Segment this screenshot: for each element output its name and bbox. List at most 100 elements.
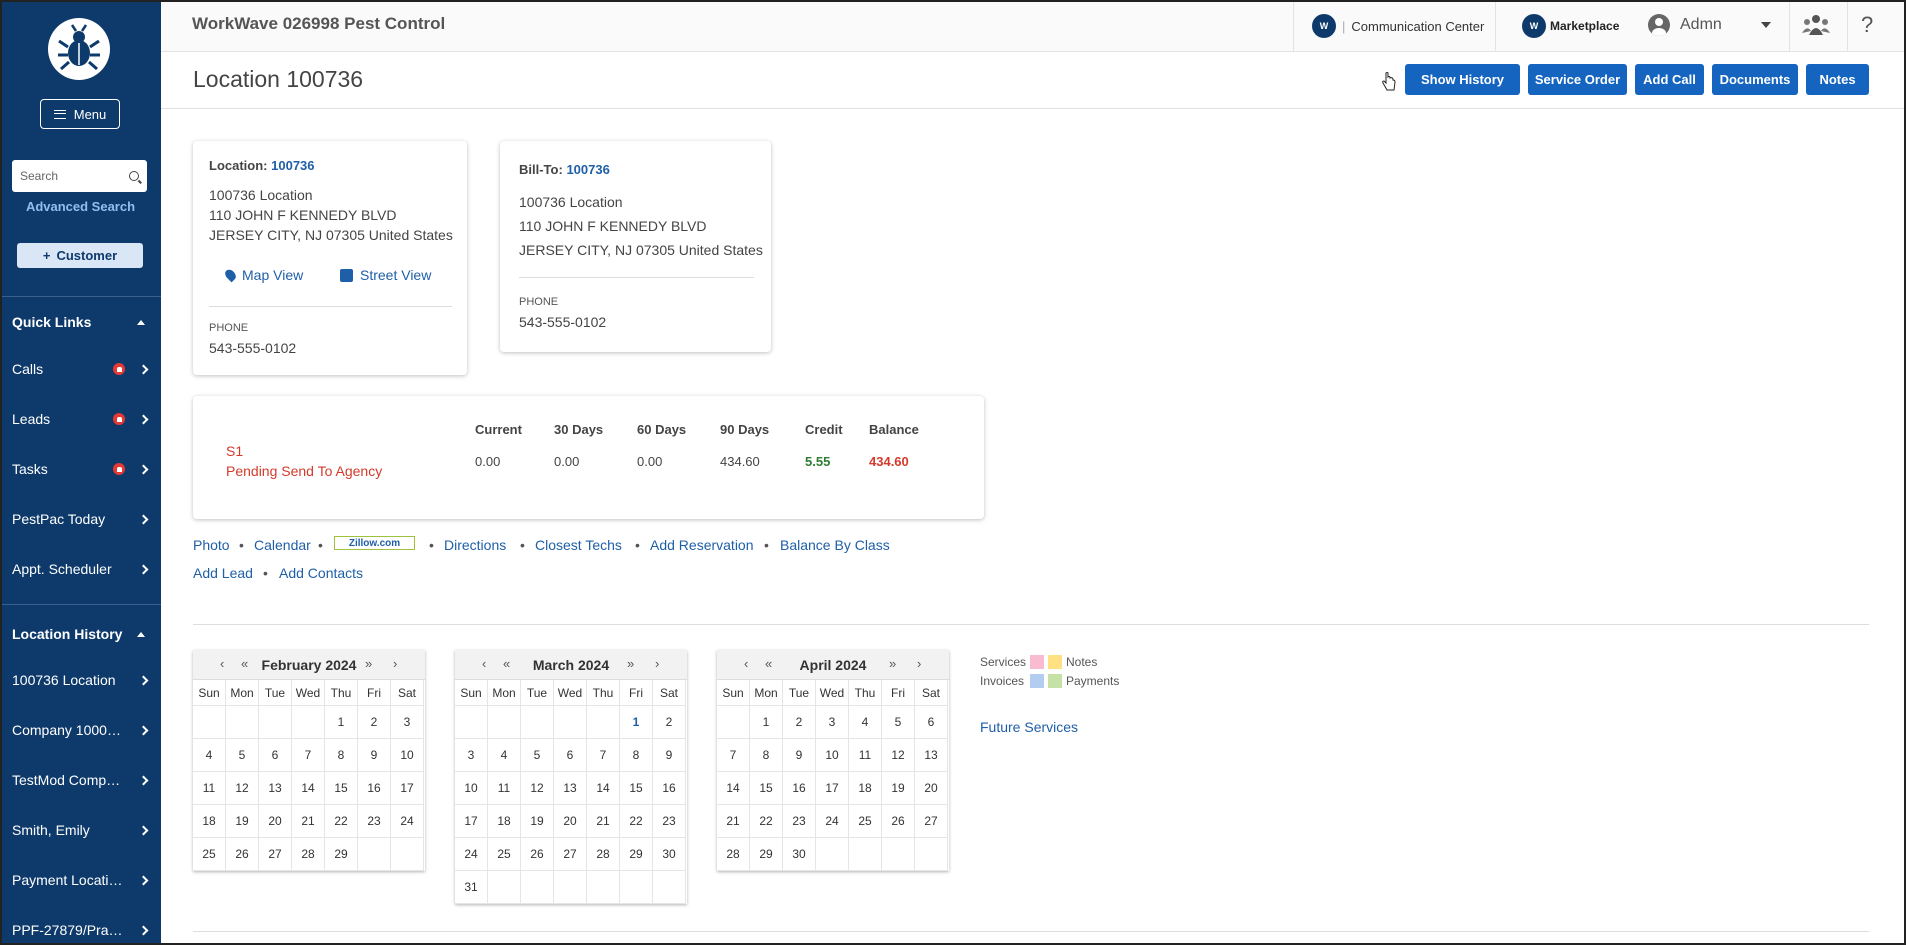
calendar-day[interactable]: 5 [226, 739, 259, 772]
calendar-day[interactable]: 27 [259, 838, 292, 871]
calendar-day[interactable]: 17 [455, 805, 488, 838]
calendar-day[interactable]: 9 [783, 739, 816, 772]
calendar-day[interactable]: 20 [259, 805, 292, 838]
calendar-day[interactable]: 4 [488, 739, 521, 772]
calendar-day[interactable]: 19 [226, 805, 259, 838]
calendar-day[interactable]: 16 [358, 772, 391, 805]
show-history-button[interactable]: Show History [1405, 64, 1520, 95]
calendar-day[interactable]: 2 [653, 706, 686, 739]
calendar-day[interactable]: 10 [391, 739, 424, 772]
calendar-day[interactable]: 22 [620, 805, 653, 838]
calendar-day[interactable]: 6 [259, 739, 292, 772]
calendar-day[interactable]: 22 [325, 805, 358, 838]
calendar-day[interactable]: 10 [455, 772, 488, 805]
calendar-day[interactable]: 14 [587, 772, 620, 805]
calendar-day[interactable]: 21 [587, 805, 620, 838]
notes-button[interactable]: Notes [1806, 64, 1869, 95]
calendar-day[interactable]: 7 [587, 739, 620, 772]
calendar-day[interactable]: 25 [488, 838, 521, 871]
calendar-day[interactable]: 11 [193, 772, 226, 805]
calendar-day[interactable]: 8 [620, 739, 653, 772]
calendar-day[interactable]: 15 [750, 772, 783, 805]
sidebar-item-tasks[interactable]: Tasks [0, 449, 161, 489]
sidebar-item-100736-location[interactable]: 100736 Location [0, 660, 161, 700]
calendar-day[interactable]: 27 [554, 838, 587, 871]
calendar-day[interactable]: 28 [292, 838, 325, 871]
calendar-day[interactable]: 5 [521, 739, 554, 772]
sidebar-item-pestpac-today[interactable]: PestPac Today [0, 499, 161, 539]
future-services-link[interactable]: Future Services [980, 719, 1078, 735]
calendar-day[interactable]: 7 [292, 739, 325, 772]
communication-center-link[interactable]: W | Communication Center [1312, 14, 1484, 38]
calendar-day[interactable]: 3 [455, 739, 488, 772]
menu-button[interactable]: Menu [40, 99, 120, 129]
calendar-day[interactable]: 15 [325, 772, 358, 805]
calendar-day[interactable]: 18 [193, 805, 226, 838]
sidebar-item-payment-location[interactable]: Payment Location [0, 860, 161, 900]
calendar-day[interactable]: 29 [325, 838, 358, 871]
calendar-day[interactable]: 6 [554, 739, 587, 772]
calendar-day[interactable]: 9 [358, 739, 391, 772]
sidebar-item-smith-emily[interactable]: Smith, Emily [0, 810, 161, 850]
calendar-day[interactable]: 29 [750, 838, 783, 871]
calendar-day[interactable]: 25 [193, 838, 226, 871]
sidebar-item-calls[interactable]: Calls [0, 349, 161, 389]
bill-to-phone-link[interactable]: 543-555-0102 [519, 314, 606, 330]
calendar-day[interactable]: 8 [750, 739, 783, 772]
calendar-day[interactable]: 1 [325, 706, 358, 739]
calendar-day[interactable]: 8 [325, 739, 358, 772]
add-contacts-link[interactable]: Add Contacts [279, 565, 363, 581]
search-icon[interactable] [129, 171, 139, 181]
calendar-day[interactable]: 12 [882, 739, 915, 772]
calendar-day[interactable]: 4 [849, 706, 882, 739]
calendar-day[interactable]: 6 [915, 706, 948, 739]
pestpac-logo-icon[interactable] [48, 18, 110, 80]
calendar-day[interactable]: 28 [717, 838, 750, 871]
calendar-day[interactable]: 25 [849, 805, 882, 838]
location-history-collapse-icon[interactable] [137, 632, 145, 637]
calendar-day[interactable]: 2 [783, 706, 816, 739]
calendar-day[interactable]: 26 [226, 838, 259, 871]
calendar-day[interactable]: 24 [816, 805, 849, 838]
calendar-day[interactable]: 2 [358, 706, 391, 739]
calendar-day[interactable]: 12 [226, 772, 259, 805]
calendar-day[interactable]: 24 [391, 805, 424, 838]
balance-value-balance[interactable]: 434.60 [869, 454, 909, 469]
balance-by-class-link[interactable]: Balance By Class [780, 537, 890, 553]
calendar-day[interactable]: 5 [882, 706, 915, 739]
calendar-day[interactable]: 20 [915, 772, 948, 805]
calendar-day[interactable]: 31 [455, 871, 488, 904]
calendar-day[interactable]: 27 [915, 805, 948, 838]
location-id-link[interactable]: 100736 [271, 158, 314, 173]
user-menu-caret-icon[interactable] [1761, 22, 1771, 28]
calendar-day[interactable]: 19 [521, 805, 554, 838]
calendar-day[interactable]: 14 [717, 772, 750, 805]
photo-link[interactable]: Photo [193, 537, 230, 553]
calendar-day[interactable]: 13 [915, 739, 948, 772]
calendar-day[interactable]: 18 [849, 772, 882, 805]
help-icon[interactable]: ? [1861, 12, 1873, 38]
location-history-title[interactable]: Location History [12, 626, 122, 642]
documents-button[interactable]: Documents [1712, 64, 1798, 95]
calendar-day[interactable]: 29 [620, 838, 653, 871]
calendar-day[interactable]: 3 [391, 706, 424, 739]
calendar-day[interactable]: 17 [391, 772, 424, 805]
calendar-day[interactable]: 3 [816, 706, 849, 739]
calendar-day[interactable]: 16 [653, 772, 686, 805]
sidebar-item-leads[interactable]: Leads [0, 399, 161, 439]
calendar-day[interactable]: 24 [455, 838, 488, 871]
quick-links-title[interactable]: Quick Links [12, 314, 91, 330]
add-reservation-link[interactable]: Add Reservation [650, 537, 754, 553]
calendar-day[interactable]: 15 [620, 772, 653, 805]
sidebar-item-company-100000[interactable]: Company 100000... [0, 710, 161, 750]
quick-links-collapse-icon[interactable] [137, 320, 145, 325]
zillow-link[interactable]: Zillow.com [334, 536, 415, 550]
calendar-day[interactable]: 28 [587, 838, 620, 871]
location-phone-link[interactable]: 543-555-0102 [209, 340, 296, 356]
calendar-day[interactable]: 20 [554, 805, 587, 838]
calendar-day[interactable]: 1 [750, 706, 783, 739]
add-call-button[interactable]: Add Call [1635, 64, 1704, 95]
marketplace-link[interactable]: W Marketplace [1522, 14, 1619, 38]
calendar-day[interactable]: 12 [521, 772, 554, 805]
calendar-day[interactable]: 11 [488, 772, 521, 805]
